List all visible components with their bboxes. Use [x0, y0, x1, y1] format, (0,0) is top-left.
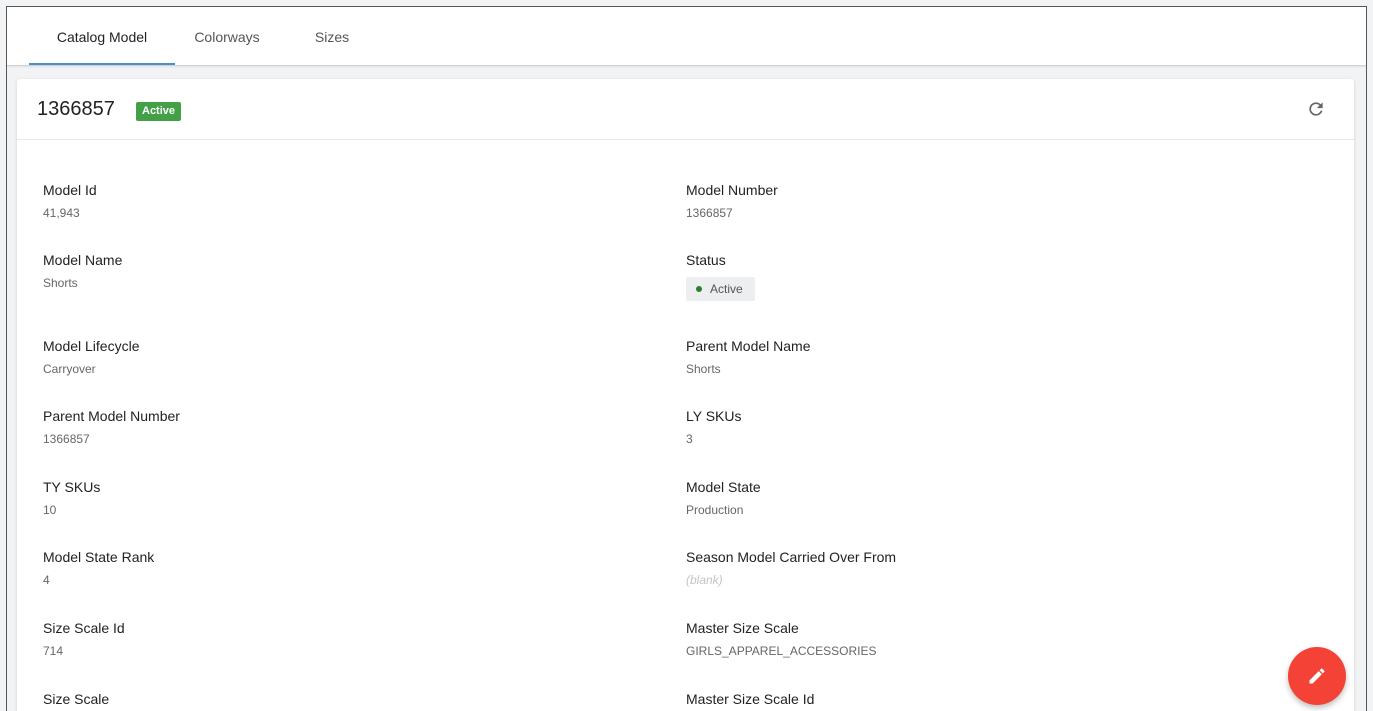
field-value: Shorts — [686, 362, 721, 376]
tab-label: Sizes — [314, 29, 350, 45]
catalog-model-card: 1366857 Active Model Id 41,943 Model Nam… — [17, 79, 1354, 711]
status-badge: Active — [136, 102, 182, 121]
field-label: Size Scale — [43, 691, 110, 707]
tab-bar: Catalog Model Colorways Sizes — [7, 7, 1366, 66]
field-model-name: Model Name Shorts — [43, 251, 122, 290]
field-model-id: Model Id 41,943 — [43, 181, 97, 220]
field-master-size-scale-id: Master Size Scale Id — [686, 690, 814, 711]
field-label: Master Size Scale Id — [686, 691, 815, 707]
field-master-size-scale: Master Size Scale GIRLS_APPAREL_ACCESSOR… — [686, 619, 877, 658]
field-label: Size Scale Id — [43, 620, 125, 636]
field-label: Model Lifecycle — [43, 338, 140, 354]
card-header: 1366857 Active — [17, 79, 1354, 140]
status-dot-icon — [696, 285, 702, 292]
field-parent-model-number: Parent Model Number 1366857 — [43, 407, 180, 446]
status-chip-label: Active — [710, 282, 743, 296]
field-model-lifecycle: Model Lifecycle Carryover — [43, 337, 140, 376]
field-value: 1366857 — [686, 206, 733, 220]
field-value: 4 — [43, 573, 50, 587]
tab-catalog-model[interactable]: Catalog Model — [29, 7, 175, 65]
field-label: Status — [686, 252, 726, 268]
field-model-state: Model State Production — [686, 478, 761, 517]
field-value: Carryover — [43, 362, 96, 376]
field-value: (blank) — [686, 573, 723, 587]
tab-colorways[interactable]: Colorways — [182, 7, 272, 65]
field-label: Parent Model Number — [43, 408, 180, 424]
field-value: 41,943 — [43, 206, 80, 220]
tab-label: Colorways — [194, 29, 260, 45]
page-title: 1366857 — [37, 98, 115, 120]
field-ly-skus: LY SKUs 3 — [686, 407, 742, 446]
field-size-scale-id: Size Scale Id 714 — [43, 619, 125, 658]
field-status: Status Active — [686, 251, 755, 301]
field-label: Model Number — [686, 182, 778, 198]
tab-sizes[interactable]: Sizes — [297, 7, 367, 65]
field-label: Model Name — [43, 252, 123, 268]
field-value: Shorts — [43, 276, 78, 290]
edit-button[interactable] — [1288, 647, 1346, 705]
field-model-state-rank: Model State Rank 4 — [43, 548, 154, 587]
refresh-icon[interactable] — [1306, 99, 1326, 119]
field-label: Model State Rank — [43, 549, 155, 565]
field-model-number: Model Number 1366857 — [686, 181, 778, 220]
active-tab-indicator — [29, 63, 175, 65]
field-value: 10 — [43, 503, 57, 517]
field-parent-model-name: Parent Model Name Shorts — [686, 337, 811, 376]
field-value: GIRLS_APPAREL_ACCESSORIES — [686, 644, 877, 658]
status-chip: Active — [686, 277, 755, 301]
field-label: Model State — [686, 479, 761, 495]
field-season-model-carried-over-from: Season Model Carried Over From (blank) — [686, 548, 896, 587]
field-size-scale: Size Scale — [43, 690, 109, 711]
field-value: Production — [686, 503, 744, 517]
field-value: 3 — [686, 432, 693, 446]
field-label: Parent Model Name — [686, 338, 811, 354]
field-ty-skus: TY SKUs 10 — [43, 478, 100, 517]
field-label: LY SKUs — [686, 408, 742, 424]
field-label: Model Id — [43, 182, 97, 198]
field-label: TY SKUs — [43, 479, 101, 495]
field-value: 1366857 — [43, 432, 90, 446]
field-value: 714 — [43, 644, 64, 658]
field-label: Master Size Scale — [686, 620, 799, 636]
pencil-icon — [1309, 668, 1325, 684]
tab-label: Catalog Model — [56, 29, 148, 45]
app-frame: Catalog Model Colorways Sizes 1366857 Ac… — [6, 6, 1367, 711]
field-label: Season Model Carried Over From — [686, 549, 897, 565]
